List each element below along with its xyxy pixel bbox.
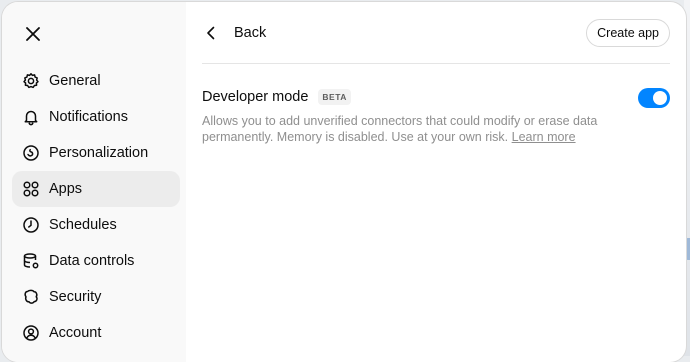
setting-title: Developer mode [202,89,309,105]
sidebar-item-label: General [49,73,101,89]
sidebar-item-notifications[interactable]: Notifications [12,99,180,135]
sidebar-item-label: Account [49,325,102,341]
shield-icon [22,288,40,306]
sidebar-item-security[interactable]: Security [12,279,180,315]
sidebar-item-schedules[interactable]: Schedules [12,207,180,243]
settings-content: Back Create app Developer mode BETA Allo… [186,2,686,362]
create-app-button[interactable]: Create app [586,19,670,47]
sidebar-item-label: Data controls [49,253,135,269]
grid-icon [22,180,40,198]
close-icon [26,27,40,41]
sidebar-item-label: Notifications [49,109,128,125]
learn-more-link[interactable]: Learn more [512,130,576,144]
sidebar-item-label: Personalization [49,145,149,161]
settings-sidebar: General Notifications Personalization Ap… [2,2,186,362]
beta-badge: BETA [318,89,351,105]
gear-icon [22,72,40,90]
sidebar-item-label: Schedules [49,217,117,233]
sidebar-item-label: Security [49,289,102,305]
backdrop-accent [686,238,690,260]
bell-icon [22,108,40,126]
settings-modal: General Notifications Personalization Ap… [2,2,686,362]
sidebar-item-general[interactable]: General [12,63,180,99]
clock-icon [22,216,40,234]
back-button[interactable]: Back [206,20,266,46]
sidebar-item-account[interactable]: Account [12,315,180,351]
toggle-knob [653,91,667,105]
developer-mode-setting: Developer mode BETA [202,89,351,105]
account-icon [22,324,40,342]
chevron-left-icon [206,25,222,41]
personalization-icon [22,144,40,162]
settings-nav: General Notifications Personalization Ap… [12,63,180,351]
sidebar-item-personalization[interactable]: Personalization [12,135,180,171]
sidebar-item-apps[interactable]: Apps [12,171,180,207]
close-button[interactable] [22,23,44,45]
developer-mode-toggle[interactable] [638,88,670,108]
setting-description: Allows you to add unverified connectors … [202,113,622,145]
back-label: Back [234,25,267,41]
sidebar-item-data-controls[interactable]: Data controls [12,243,180,279]
sidebar-item-label: Apps [49,181,83,197]
divider [202,63,670,64]
database-icon [22,252,40,270]
